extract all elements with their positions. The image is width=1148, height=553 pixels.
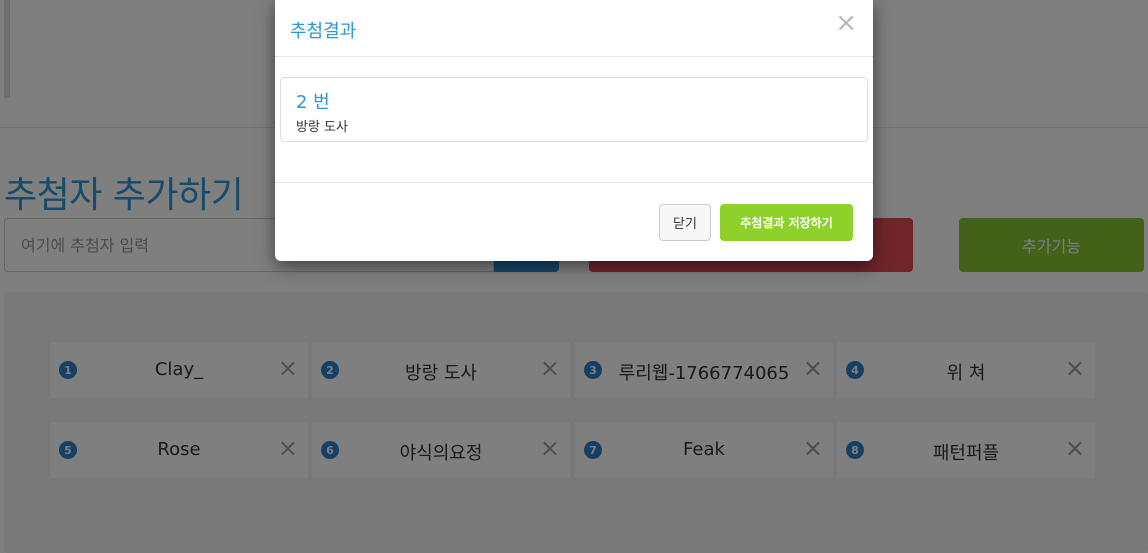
modal-header-divider — [275, 56, 873, 57]
modal-title: 추첨결과 — [290, 21, 357, 42]
result-number: 2 번 — [296, 92, 330, 113]
result-item: 2 번 방랑 도사 — [280, 77, 868, 142]
close-icon[interactable]: × — [835, 10, 857, 36]
save-result-button[interactable]: 추첨결과 저장하기 — [720, 204, 853, 241]
result-name: 방랑 도사 — [296, 120, 348, 135]
close-button[interactable]: 닫기 — [659, 204, 711, 241]
draw-result-modal: 추첨결과 × 2 번 방랑 도사 닫기 추첨결과 저장하기 — [275, 0, 873, 261]
modal-footer-divider — [275, 182, 873, 183]
